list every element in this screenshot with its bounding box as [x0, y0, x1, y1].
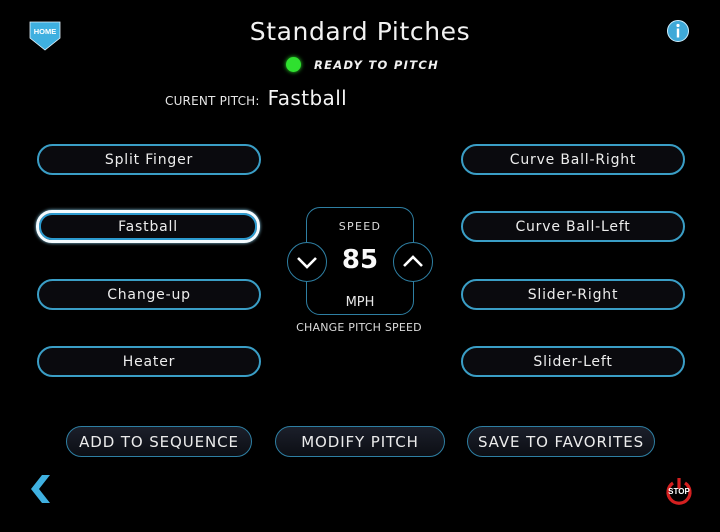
increase-speed-button[interactable]: [393, 242, 433, 282]
chevron-left-icon: [31, 475, 50, 503]
modify-pitch-button[interactable]: MODIFY PITCH: [275, 426, 445, 457]
pitch-button-split-finger[interactable]: Split Finger: [37, 144, 261, 175]
add-to-sequence-button[interactable]: ADD TO SEQUENCE: [66, 426, 252, 457]
stop-label: STOP: [668, 487, 690, 496]
pitch-button-curve-ball-right[interactable]: Curve Ball-Right: [461, 144, 685, 175]
change-speed-hint: CHANGE PITCH SPEED: [296, 321, 422, 334]
pitch-button-slider-left[interactable]: Slider-Left: [461, 346, 685, 377]
decrease-speed-button[interactable]: [287, 242, 327, 282]
status-text: READY TO PITCH: [314, 57, 440, 72]
save-to-favorites-button[interactable]: SAVE TO FAVORITES: [467, 426, 655, 457]
page-title: Standard Pitches: [249, 17, 471, 46]
stop-button[interactable]: STOP: [664, 476, 694, 506]
speed-label: SPEED: [338, 220, 382, 233]
speed-unit: MPH: [345, 295, 375, 310]
current-pitch-label: CURENT PITCH:: [165, 94, 260, 108]
pitch-button-slider-right[interactable]: Slider-Right: [461, 279, 685, 310]
chevron-down-icon: [297, 257, 317, 269]
info-button[interactable]: [667, 20, 689, 42]
pitch-button-curve-ball-left[interactable]: Curve Ball-Left: [461, 211, 685, 242]
info-icon: [676, 23, 680, 38]
pitch-button-change-up[interactable]: Change-up: [37, 279, 261, 310]
current-pitch: CURENT PITCH: Fastball: [165, 86, 347, 110]
back-button[interactable]: [29, 474, 53, 504]
pitch-button-heater[interactable]: Heater: [37, 346, 261, 377]
chevron-up-icon: [403, 255, 423, 267]
pitch-button-fastball[interactable]: Fastball: [36, 210, 260, 243]
status-indicator: READY TO PITCH: [286, 57, 439, 72]
status-dot: [286, 57, 301, 72]
current-pitch-value: Fastball: [267, 86, 348, 110]
